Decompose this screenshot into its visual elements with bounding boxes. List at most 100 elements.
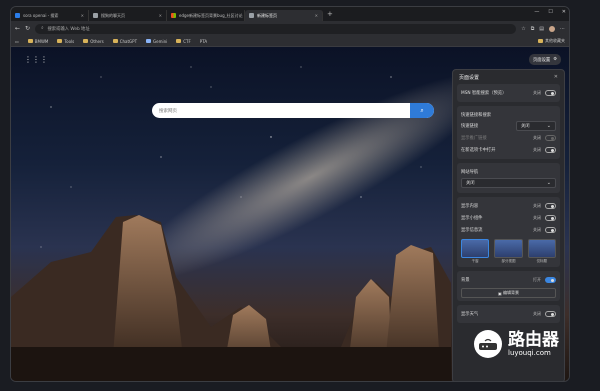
- folder-icon: [112, 39, 118, 43]
- quick-links-section: 快速链接和搜索 快速链接 关闭 ⌄ 显示推广链接 关闭 在新选项卡中打开 关闭: [457, 106, 560, 159]
- search-icon: ⌕: [420, 106, 424, 114]
- tab-community[interactable]: edge新建标签页背景bug_社区讨论✕: [167, 10, 245, 21]
- content-row: 显示内容 关闭: [461, 200, 556, 212]
- tab-search[interactable]: sora openai - 搜索 ✕: [11, 10, 89, 21]
- weather-toggle[interactable]: [545, 311, 556, 317]
- microsoft-favicon-icon: [171, 13, 176, 18]
- page-favicon-icon: [93, 13, 98, 18]
- close-icon[interactable]: ✕: [554, 74, 558, 80]
- layout-preview: [527, 239, 556, 258]
- layout-options: 干窗 部分视图 仅标题: [461, 239, 556, 264]
- layout-caption: 仅标题: [536, 259, 548, 263]
- bookmark-gemini[interactable]: Gemini: [146, 39, 167, 44]
- layout-preview: [461, 239, 490, 258]
- infoflow-label: 显示信息流: [461, 228, 483, 233]
- bg-toggle[interactable]: [545, 277, 556, 283]
- msn-toggle[interactable]: [545, 90, 556, 96]
- weather-state: 关闭: [533, 311, 541, 316]
- bookmark-tools[interactable]: Tools: [57, 39, 74, 44]
- bookmark-others[interactable]: Others: [83, 39, 104, 44]
- collections-icon[interactable]: ▤: [539, 26, 544, 32]
- infoflow-row: 显示信息流 关闭: [461, 224, 556, 236]
- quick-links-header: 快速链接和搜索: [461, 112, 492, 118]
- widgets-state: 关闭: [533, 215, 541, 220]
- msn-state: 关闭: [533, 90, 541, 95]
- bookmark-label: ChatGPT: [119, 38, 138, 44]
- open-new-tab-toggle[interactable]: [545, 147, 556, 153]
- close-icon[interactable]: ✕: [159, 13, 162, 18]
- content-state: 关闭: [533, 203, 541, 208]
- nav-section: 网站导航 关闭 ⌄: [457, 163, 560, 193]
- bookmark-label: 其他收藏夹: [545, 38, 565, 43]
- panel-title: 页面设置: [459, 74, 480, 81]
- close-icon[interactable]: ✕: [81, 13, 84, 18]
- search-button[interactable]: ⌕: [410, 103, 434, 118]
- favorite-star-icon[interactable]: ☆: [521, 26, 525, 32]
- search-placeholder: 搜索网页: [159, 108, 177, 114]
- close-icon[interactable]: ✕: [315, 13, 318, 18]
- tab-chat[interactable]: 搜狗的聊天页 ✕: [89, 10, 167, 21]
- minimize-icon[interactable]: —: [534, 9, 539, 15]
- quick-links-select[interactable]: 关闭 ⌄: [516, 120, 556, 131]
- tab-label: edge新建标签页背景bug_社区讨论: [179, 12, 243, 18]
- edit-background-button[interactable]: ▣ 编辑背景: [461, 288, 556, 298]
- widgets-label: 显示小组件: [461, 216, 483, 221]
- chevron-down-icon: ⌄: [546, 180, 551, 186]
- content-toggle[interactable]: [545, 203, 556, 209]
- bookmark-ctf[interactable]: CTF: [176, 39, 191, 44]
- bookmarks-toggle-icon[interactable]: ▭: [15, 39, 19, 44]
- infoflow-toggle[interactable]: [545, 227, 556, 233]
- promoted-row: 显示推广链接 关闭: [461, 132, 556, 144]
- msn-section: MSN 智能搜索（预览） 关闭: [457, 84, 560, 102]
- other-bookmarks[interactable]: 其他收藏夹: [538, 38, 565, 44]
- maximize-icon[interactable]: ☐: [548, 9, 552, 15]
- bookmarks-bar: ▭ BMWM Tools Others ChatGPT Gemini CTF P…: [11, 36, 569, 47]
- widgets-toggle[interactable]: [545, 215, 556, 221]
- bg-state: 打开: [533, 277, 541, 282]
- close-window-icon[interactable]: ✕: [562, 9, 566, 15]
- widgets-row: 显示小组件 关闭: [461, 212, 556, 224]
- layout-option[interactable]: 部分视图: [494, 239, 523, 264]
- folder-icon: [27, 39, 33, 43]
- quick-links-label: 快速链接: [461, 124, 479, 129]
- content-label: 显示内容: [461, 204, 479, 209]
- layout-option[interactable]: 干窗: [461, 239, 490, 264]
- address-bar-row: ← ↻ ⌕ 搜索或输入 Web 地址 ☆ ⧉ ▤ ⋯: [11, 21, 569, 36]
- bookmark-chatgpt[interactable]: ChatGPT: [112, 38, 138, 44]
- watermark: 路由器 luyouqi.com: [474, 330, 559, 358]
- refresh-icon[interactable]: ↻: [25, 25, 30, 32]
- bookmark-pta[interactable]: PTA: [200, 39, 207, 44]
- web-search-box[interactable]: 搜索网页 ⌕: [152, 103, 434, 118]
- background-section: 背景 打开 ▣ 编辑背景: [457, 271, 560, 301]
- extensions-icon[interactable]: ⧉: [531, 26, 535, 32]
- bg-label: 背景: [461, 278, 470, 283]
- browser-window: sora openai - 搜索 ✕ 搜狗的聊天页 ✕ edge新建标签页背景bug…: [10, 6, 570, 382]
- more-menu-icon[interactable]: ⋯: [560, 26, 565, 32]
- watermark-title: 路由器: [508, 330, 559, 350]
- bookmark-label: Tools: [64, 38, 75, 44]
- nav-select[interactable]: 关闭 ⌄: [461, 178, 556, 188]
- weather-label: 显示天气: [461, 312, 479, 317]
- promoted-label: 显示推广链接: [461, 136, 487, 141]
- promoted-toggle[interactable]: [545, 135, 556, 141]
- tab-newtab[interactable]: 新建标签页 ✕: [245, 10, 323, 21]
- router-logo-icon: [474, 330, 502, 358]
- weather-row: 显示天气 关闭: [461, 308, 556, 320]
- quick-links-row: 快速链接 关闭 ⌄: [461, 120, 556, 132]
- new-tab-plus-icon[interactable]: +: [327, 10, 333, 18]
- nav-value: 关闭: [466, 181, 475, 186]
- back-icon[interactable]: ←: [15, 25, 20, 32]
- apps-grid-icon[interactable]: ⋮⋮⋮: [24, 55, 48, 64]
- gear-icon: ⚙: [553, 57, 558, 62]
- page-settings-button[interactable]: 页面设置 ⚙: [529, 54, 562, 65]
- address-input[interactable]: ⌕ 搜索或输入 Web 地址: [35, 23, 517, 34]
- avatar[interactable]: [549, 25, 555, 32]
- layout-option[interactable]: 仅标题: [527, 239, 556, 264]
- layout-caption: 干窗: [471, 259, 479, 263]
- panel-header: 页面设置 ✕: [453, 70, 564, 84]
- tab-label: 搜狗的聊天页: [101, 12, 125, 18]
- msn-row: MSN 智能搜索（预览） 关闭: [461, 87, 556, 99]
- gemini-icon: [146, 39, 152, 43]
- folder-icon: [57, 39, 63, 43]
- bookmark-bmwm[interactable]: BMWM: [27, 39, 48, 44]
